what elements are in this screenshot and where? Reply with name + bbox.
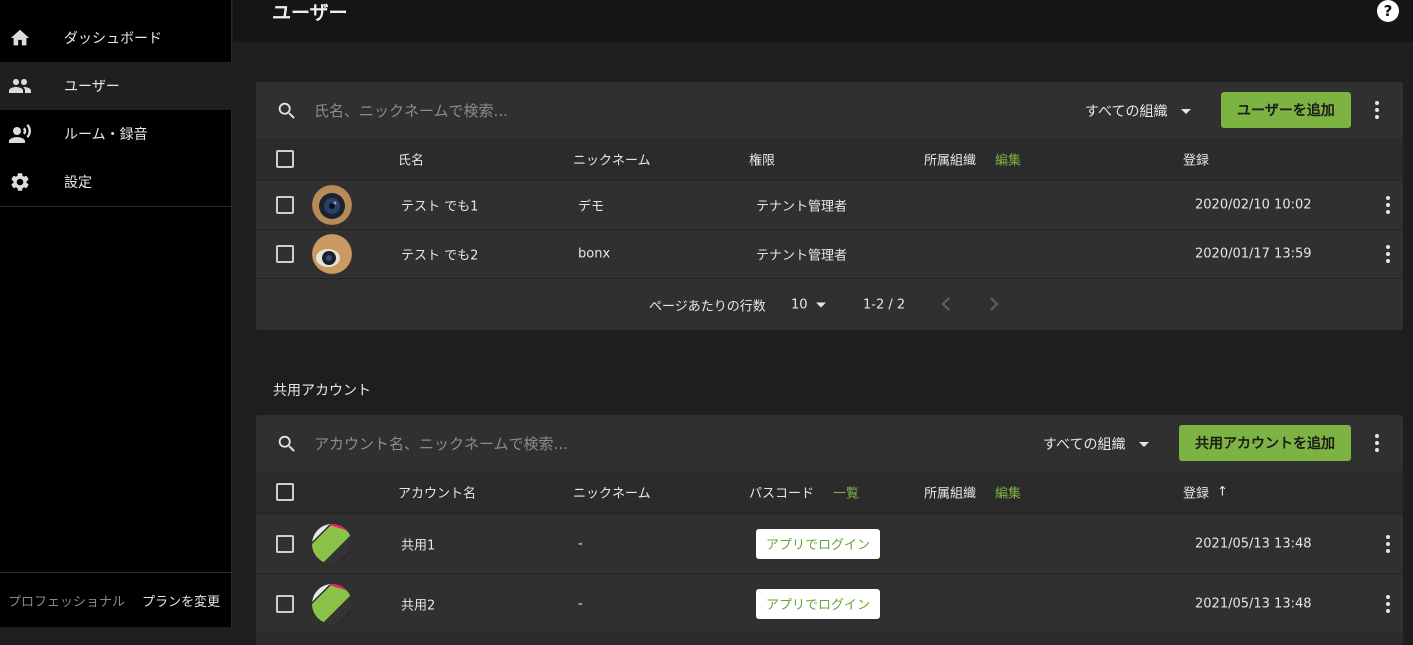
sidebar-item-users[interactable]: ユーザー [0, 62, 232, 110]
sidebar-item-rooms[interactable]: ルーム・録音 [0, 110, 232, 158]
col-nickname[interactable]: ニックネーム [573, 483, 651, 502]
org-edit-link[interactable]: 編集 [995, 483, 1021, 502]
row-checkbox[interactable] [276, 245, 294, 263]
chevron-down-icon [1181, 108, 1192, 114]
people-icon [8, 74, 32, 98]
plan-label: プロフェッショナル [8, 594, 126, 610]
org-edit-link[interactable]: 編集 [995, 150, 1021, 169]
sidebar-footer: プロフェッショナル プランを変更 [0, 572, 232, 627]
users-pagination: ページあたりの行数 10 1-2 / 2 [256, 278, 1403, 330]
col-registered[interactable]: 登録 [1183, 150, 1209, 169]
users-table-header: 氏名 ニックネーム 権限 所属組織 編集 登録 [256, 138, 1403, 180]
rows-per-page-label: ページあたりの行数 [649, 299, 766, 314]
sort-up-icon: ↑ [1217, 484, 1228, 500]
shared-toolbar: すべての組織 共用アカウントを追加 [256, 415, 1403, 471]
chevron-down-icon [1139, 441, 1150, 447]
col-passcode: パスコード [749, 486, 815, 502]
shared-accounts-heading: 共用アカウント [273, 383, 371, 399]
avatar [312, 234, 352, 274]
org-filter-select[interactable]: すべての組織 [1085, 99, 1192, 123]
col-org: 所属組織 [924, 153, 977, 169]
sidebar-nav: ダッシュボード ユーザー ルーム・録音 設定 [0, 14, 232, 207]
home-icon [8, 26, 32, 50]
sidebar-item-label: 設定 [64, 175, 92, 191]
org-filter-value: すべての組織 [1085, 104, 1168, 120]
table-row[interactable]: テスト でも2 bonx テナント管理者 2020/01/17 13:59 [256, 229, 1403, 278]
account-nickname: - [578, 536, 583, 551]
users-card: すべての組織 ユーザーを追加 氏名 ニックネーム 権限 所属組織 編集 登録 テ… [256, 82, 1403, 330]
user-search-input[interactable] [314, 99, 834, 123]
page-title: ユーザー [272, 2, 348, 24]
sidebar-item-label: ダッシュボード [64, 31, 162, 47]
sidebar-item-label: ルーム・録音 [64, 127, 148, 143]
select-all-checkbox[interactable] [276, 483, 294, 501]
more-vert-icon[interactable] [1380, 592, 1396, 616]
org-filter-select[interactable]: すべての組織 [1043, 432, 1150, 456]
col-org: 所属組織 [924, 486, 977, 502]
avatar [312, 583, 352, 624]
sidebar-item-dashboard[interactable]: ダッシュボード [0, 14, 232, 62]
main-content: ユーザー ? すべての組織 ユーザーを追加 氏名 ニックネーム 権限 所属組織 … [233, 0, 1413, 645]
account-name: 共用1 [401, 538, 436, 553]
select-all-checkbox[interactable] [276, 150, 294, 168]
org-filter-value: すべての組織 [1043, 437, 1126, 453]
more-vert-icon[interactable] [1380, 193, 1396, 217]
user-registered: 2020/01/17 13:59 [1195, 246, 1312, 262]
top-bar: ユーザー ? [233, 0, 1413, 42]
col-name[interactable]: 氏名 [398, 150, 424, 169]
change-plan-link[interactable]: プランを変更 [142, 591, 220, 610]
more-vert-icon[interactable] [1380, 242, 1396, 266]
rows-per-page-value: 10 [791, 297, 808, 312]
chevron-right-icon[interactable] [988, 297, 1000, 311]
user-registered: 2020/02/10 10:02 [1195, 197, 1312, 213]
row-checkbox[interactable] [276, 594, 294, 613]
table-row[interactable]: テスト でも1 デモ テナント管理者 2020/02/10 10:02 [256, 180, 1403, 229]
more-vert-icon[interactable] [1380, 532, 1396, 556]
rows-per-page-select[interactable]: 10 [791, 297, 826, 312]
table-row[interactable]: 共用1 - アプリでログイン 2021/05/13 13:48 [256, 513, 1403, 573]
add-shared-account-button[interactable]: 共用アカウントを追加 [1179, 425, 1351, 461]
app-login-button[interactable]: アプリでログイン [756, 588, 881, 619]
app-login-button[interactable]: アプリでログイン [756, 528, 881, 559]
user-role: テナント管理者 [756, 248, 848, 264]
col-role[interactable]: 権限 [749, 150, 775, 169]
gear-icon [8, 170, 32, 194]
voice-icon [8, 122, 32, 146]
sidebar-item-settings[interactable]: 設定 [0, 158, 232, 206]
search-icon [276, 100, 298, 122]
users-toolbar: すべての組織 ユーザーを追加 [256, 82, 1403, 138]
user-nickname: bonx [578, 246, 611, 262]
search-icon [276, 433, 298, 455]
col-registered-label: 登録 [1183, 486, 1210, 502]
shared-accounts-card: すべての組織 共用アカウントを追加 アカウント名 ニックネーム パスコード 一覧… [256, 415, 1403, 645]
page-range: 1-2 / 2 [863, 297, 906, 312]
account-name: 共用2 [401, 598, 436, 613]
sidebar-item-label: ユーザー [64, 79, 120, 95]
avatar [312, 185, 352, 225]
more-vert-icon[interactable] [1369, 98, 1385, 122]
row-checkbox[interactable] [276, 534, 294, 553]
sidebar: ダッシュボード ユーザー ルーム・録音 設定 プロフェッショナル プランを変更 [0, 0, 232, 627]
shared-search-input[interactable] [314, 432, 834, 456]
col-registered[interactable]: 登録 ↑ [1183, 483, 1228, 502]
avatar [312, 523, 352, 564]
user-name: テスト でも1 [401, 199, 479, 215]
passcode-list-link[interactable]: 一覧 [833, 483, 859, 502]
add-user-button[interactable]: ユーザーを追加 [1221, 92, 1351, 128]
account-registered: 2021/05/13 13:48 [1195, 596, 1312, 611]
account-registered: 2021/05/13 13:48 [1195, 536, 1312, 551]
account-nickname: - [578, 596, 583, 611]
row-checkbox[interactable] [276, 196, 294, 214]
user-name: テスト でも2 [401, 248, 479, 264]
chevron-down-icon [815, 302, 826, 307]
chevron-left-icon[interactable] [940, 297, 952, 311]
user-role: テナント管理者 [756, 199, 848, 215]
shared-table-header: アカウント名 ニックネーム パスコード 一覧 所属組織 編集 登録 ↑ [256, 471, 1403, 513]
help-icon[interactable]: ? [1377, 0, 1399, 22]
col-account-name[interactable]: アカウント名 [398, 483, 476, 502]
table-row[interactable]: 共用2 - アプリでログイン 2021/05/13 13:48 [256, 573, 1403, 633]
more-vert-icon[interactable] [1369, 431, 1385, 455]
user-nickname: デモ [578, 199, 605, 215]
col-nickname[interactable]: ニックネーム [573, 150, 651, 169]
